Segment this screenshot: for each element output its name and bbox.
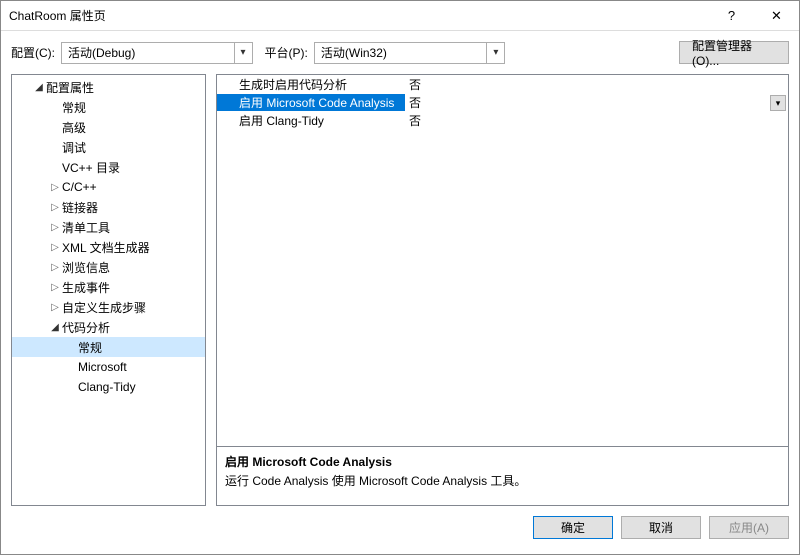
tree-item[interactable]: Clang-Tidy [12, 377, 205, 397]
platform-combo[interactable]: 活动(Win32) ▾ [314, 42, 506, 64]
caret-right-icon: ▷ [50, 262, 60, 273]
tree-item[interactable]: ▷浏览信息 [12, 257, 205, 277]
tree-item-label: 高级 [62, 119, 86, 136]
help-button[interactable]: ? [709, 1, 754, 31]
config-label: 配置(C): [11, 44, 55, 61]
tree-item-label: 生成事件 [62, 279, 110, 296]
grid-label: 启用 Microsoft Code Analysis [217, 94, 405, 111]
tree-item-label: XML 文档生成器 [62, 239, 150, 256]
grid-value[interactable]: 否 [405, 76, 788, 93]
caret-down-icon: ◢ [34, 82, 44, 93]
caret-right-icon: ▷ [50, 222, 60, 233]
platform-label: 平台(P): [265, 44, 308, 61]
caret-right-icon: ▷ [50, 282, 60, 293]
description-text: 运行 Code Analysis 使用 Microsoft Code Analy… [225, 472, 780, 489]
grid-value[interactable]: 否 [405, 112, 788, 129]
tree-item[interactable]: ◢配置属性 [12, 77, 205, 97]
config-value: 活动(Debug) [68, 44, 135, 61]
tree-item[interactable]: ▷生成事件 [12, 277, 205, 297]
tree-item-label: 常规 [78, 339, 102, 356]
tree-item[interactable]: ▷自定义生成步骤 [12, 297, 205, 317]
tree-item-label: Microsoft [78, 360, 127, 374]
caret-down-icon: ◢ [50, 322, 60, 333]
value-dropdown-button[interactable]: ▾ [770, 95, 786, 111]
platform-value: 活动(Win32) [321, 44, 387, 61]
tree-item-label: Clang-Tidy [78, 380, 136, 394]
window-title: ChatRoom 属性页 [9, 7, 709, 24]
tree-item-label: 浏览信息 [62, 259, 110, 276]
description-title: 启用 Microsoft Code Analysis [225, 453, 780, 470]
tree-item-label: 配置属性 [46, 79, 94, 96]
caret-right-icon: ▷ [50, 182, 60, 193]
tree-item-label: 自定义生成步骤 [62, 299, 146, 316]
tree-item-label: C/C++ [62, 180, 97, 194]
caret-right-icon: ▷ [50, 302, 60, 313]
tree-item[interactable]: 调试 [12, 137, 205, 157]
tree-item-label: 链接器 [62, 199, 98, 216]
grid-row[interactable]: 启用 Clang-Tidy否 [217, 111, 788, 129]
ok-button[interactable]: 确定 [533, 516, 613, 539]
tree-item-label: 代码分析 [62, 319, 110, 336]
tree-item[interactable]: VC++ 目录 [12, 157, 205, 177]
tree-item[interactable]: ▷链接器 [12, 197, 205, 217]
config-manager-button[interactable]: 配置管理器(O)... [679, 41, 789, 64]
cancel-button[interactable]: 取消 [621, 516, 701, 539]
chevron-down-icon: ▾ [234, 43, 252, 63]
config-combo[interactable]: 活动(Debug) ▾ [61, 42, 253, 64]
tree-item-label: 常规 [62, 99, 86, 116]
grid-value[interactable]: 否 [405, 94, 788, 111]
tree-item[interactable]: ◢代码分析 [12, 317, 205, 337]
grid-row[interactable]: 生成时启用代码分析否 [217, 75, 788, 93]
tree-item[interactable]: ▷XML 文档生成器 [12, 237, 205, 257]
chevron-down-icon: ▾ [486, 43, 504, 63]
caret-right-icon: ▷ [50, 202, 60, 213]
tree-item-label: 调试 [62, 139, 86, 156]
dialog-buttons: 确定 取消 应用(A) [1, 506, 799, 549]
description-panel: 启用 Microsoft Code Analysis 运行 Code Analy… [216, 446, 789, 506]
caret-right-icon: ▷ [50, 242, 60, 253]
tree-item[interactable]: ▷清单工具 [12, 217, 205, 237]
tree-item[interactable]: Microsoft [12, 357, 205, 377]
tree-item-label: VC++ 目录 [62, 159, 120, 176]
tree-item-label: 清单工具 [62, 219, 110, 236]
title-bar: ChatRoom 属性页 ? ✕ [1, 1, 799, 31]
grid-label: 生成时启用代码分析 [217, 76, 405, 93]
tree-item[interactable]: 常规 [12, 337, 205, 357]
tree-item[interactable]: ▷C/C++ [12, 177, 205, 197]
tree-item[interactable]: 常规 [12, 97, 205, 117]
property-grid[interactable]: 生成时启用代码分析否启用 Microsoft Code Analysis否启用 … [216, 74, 789, 446]
close-button[interactable]: ✕ [754, 1, 799, 31]
tree-item[interactable]: 高级 [12, 117, 205, 137]
apply-button[interactable]: 应用(A) [709, 516, 789, 539]
config-bar: 配置(C): 活动(Debug) ▾ 平台(P): 活动(Win32) ▾ 配置… [1, 31, 799, 74]
grid-row[interactable]: 启用 Microsoft Code Analysis否 [217, 93, 788, 111]
tree-pane[interactable]: ◢配置属性 常规 高级 调试 VC++ 目录▷C/C++▷链接器▷清单工具▷XM… [11, 74, 206, 506]
grid-label: 启用 Clang-Tidy [217, 112, 405, 129]
